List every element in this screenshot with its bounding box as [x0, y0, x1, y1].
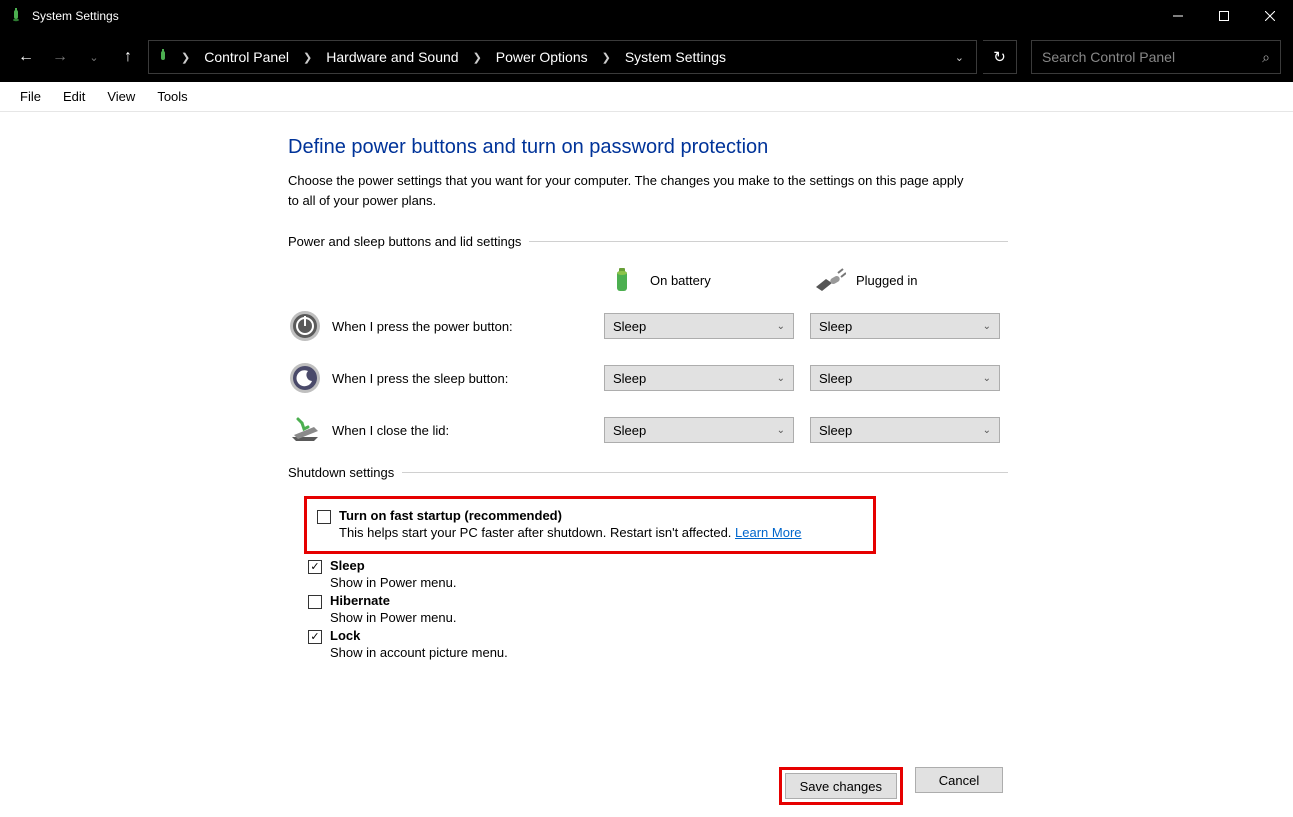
address-dropdown[interactable]: ⌄: [949, 51, 970, 64]
save-button[interactable]: Save changes: [785, 773, 897, 799]
breadcrumb-item[interactable]: Power Options: [492, 47, 592, 67]
chevron-right-icon[interactable]: ❯: [297, 51, 318, 64]
learn-more-link[interactable]: Learn More: [735, 525, 801, 540]
section-shutdown: Shutdown settings: [288, 465, 1008, 480]
close-button[interactable]: [1247, 0, 1293, 32]
row-sleep-button: When I press the sleep button: Sleep⌄ Sl…: [288, 361, 1008, 395]
power-button-icon: [288, 309, 322, 343]
app-icon: [8, 8, 24, 24]
address-bar[interactable]: ❯ Control Panel ❯ Hardware and Sound ❯ P…: [148, 40, 977, 74]
chevron-down-icon: ⌄: [983, 425, 991, 436]
search-input[interactable]: [1042, 49, 1262, 65]
sleep-button-plugged-select[interactable]: Sleep⌄: [810, 365, 1000, 391]
checkbox-icon: [308, 560, 322, 574]
content-area: Define power buttons and turn on passwor…: [0, 112, 1293, 660]
column-on-battery: On battery: [604, 265, 794, 295]
nav-recent-dropdown[interactable]: ⌄: [80, 43, 108, 71]
plug-icon: [810, 265, 846, 295]
highlight-save: Save changes: [779, 767, 903, 805]
chevron-down-icon: ⌄: [777, 425, 785, 436]
row-label: When I press the power button:: [332, 319, 513, 334]
page-description: Choose the power settings that you want …: [288, 171, 968, 210]
highlight-fast-startup: Turn on fast startup (recommended) This …: [304, 496, 876, 554]
breadcrumb-item[interactable]: Hardware and Sound: [322, 47, 462, 67]
checkbox-icon: [308, 630, 322, 644]
lid-icon: [288, 413, 322, 447]
menu-bar: File Edit View Tools: [0, 82, 1293, 112]
chevron-right-icon[interactable]: ❯: [175, 51, 196, 64]
chevron-right-icon[interactable]: ❯: [467, 51, 488, 64]
search-icon[interactable]: ⌕: [1262, 49, 1270, 66]
nav-bar: ← → ⌄ ↑ ❯ Control Panel ❯ Hardware and S…: [0, 32, 1293, 82]
battery-icon: [604, 265, 640, 295]
nav-up-button[interactable]: ↑: [114, 43, 142, 71]
checkbox-hibernate[interactable]: HibernateShow in Power menu.: [308, 593, 1008, 625]
row-close-lid: When I close the lid: Sleep⌄ Sleep⌄: [288, 413, 1008, 447]
checkbox-lock[interactable]: LockShow in account picture menu.: [308, 628, 1008, 660]
sleep-button-battery-select[interactable]: Sleep⌄: [604, 365, 794, 391]
maximize-button[interactable]: [1201, 0, 1247, 32]
nav-back-button[interactable]: ←: [12, 43, 40, 71]
power-button-plugged-select[interactable]: Sleep⌄: [810, 313, 1000, 339]
power-button-battery-select[interactable]: Sleep⌄: [604, 313, 794, 339]
window-title: System Settings: [32, 9, 1155, 23]
row-power-button: When I press the power button: Sleep⌄ Sl…: [288, 309, 1008, 343]
row-label: When I close the lid:: [332, 423, 449, 438]
checkbox-icon: [308, 595, 322, 609]
refresh-button[interactable]: ↻: [983, 40, 1017, 74]
lid-battery-select[interactable]: Sleep⌄: [604, 417, 794, 443]
checkbox-sleep[interactable]: SleepShow in Power menu.: [308, 558, 1008, 590]
nav-forward-button[interactable]: →: [46, 43, 74, 71]
search-box[interactable]: ⌕: [1031, 40, 1281, 74]
page-heading: Define power buttons and turn on passwor…: [288, 136, 1008, 159]
row-label: When I press the sleep button:: [332, 371, 508, 386]
minimize-button[interactable]: [1155, 0, 1201, 32]
cancel-button[interactable]: Cancel: [915, 767, 1003, 793]
lid-plugged-select[interactable]: Sleep⌄: [810, 417, 1000, 443]
chevron-down-icon: ⌄: [777, 373, 785, 384]
menu-edit[interactable]: Edit: [53, 85, 95, 108]
breadcrumb-item[interactable]: System Settings: [621, 47, 730, 67]
breadcrumb-item[interactable]: Control Panel: [200, 47, 293, 67]
chevron-down-icon: ⌄: [983, 373, 991, 384]
title-bar: System Settings: [0, 0, 1293, 32]
address-icon: [155, 49, 171, 65]
sleep-button-icon: [288, 361, 322, 395]
checkbox-fast-startup[interactable]: Turn on fast startup (recommended) This …: [317, 508, 863, 540]
footer: Save changes Cancel: [0, 767, 1293, 805]
menu-tools[interactable]: Tools: [147, 85, 197, 108]
menu-file[interactable]: File: [10, 85, 51, 108]
section-power-buttons: Power and sleep buttons and lid settings: [288, 234, 1008, 249]
column-plugged-in: Plugged in: [810, 265, 1000, 295]
chevron-down-icon: ⌄: [983, 321, 991, 332]
checkbox-icon: [317, 510, 331, 524]
chevron-down-icon: ⌄: [777, 321, 785, 332]
menu-view[interactable]: View: [97, 85, 145, 108]
chevron-right-icon[interactable]: ❯: [596, 51, 617, 64]
